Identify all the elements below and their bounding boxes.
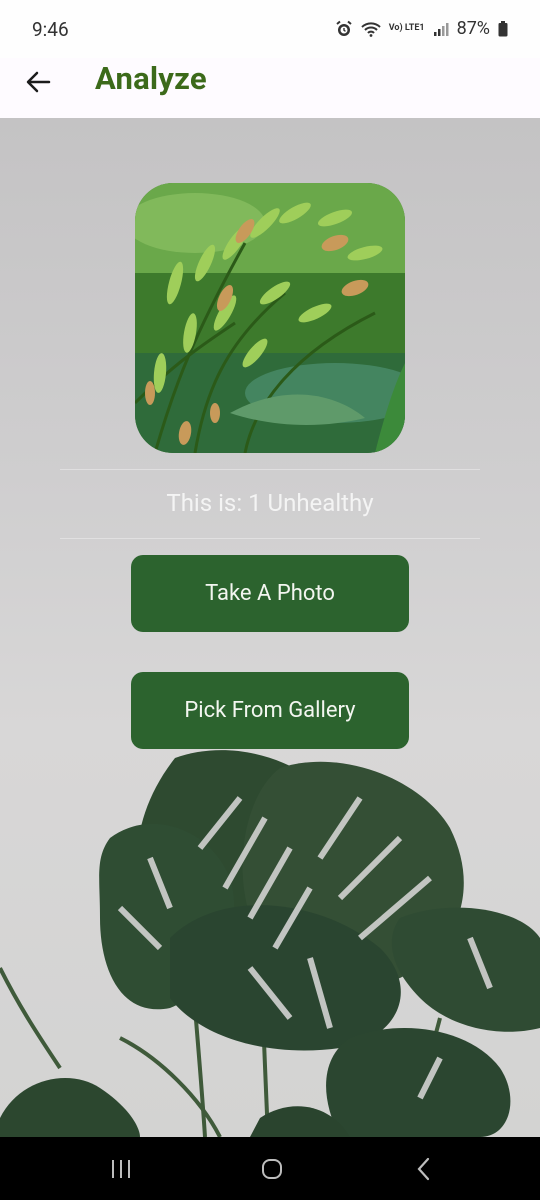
network-label: Vo) LTE1 xyxy=(388,23,425,33)
take-photo-button[interactable]: Take A Photo xyxy=(131,555,409,632)
divider-bottom xyxy=(60,538,480,539)
page-title: Analyze xyxy=(95,60,207,97)
status-icons: Vo) LTE1 87% xyxy=(335,18,508,39)
back-button[interactable] xyxy=(20,64,56,100)
battery-percent: 87% xyxy=(456,18,490,39)
divider-top xyxy=(60,469,480,470)
alarm-icon xyxy=(335,20,353,38)
status-bar: 9:46 Vo) LTE1 87% xyxy=(0,0,540,58)
back-icon xyxy=(417,1157,430,1181)
analyze-content: This is: 1 Unhealthy Take A Photo Pick F… xyxy=(0,118,540,1137)
result-text: This is: 1 Unhealthy xyxy=(166,489,374,517)
recents-icon xyxy=(112,1160,130,1178)
battery-icon xyxy=(498,20,508,37)
signal-icon xyxy=(433,21,449,37)
recents-button[interactable] xyxy=(101,1153,141,1185)
home-icon xyxy=(262,1159,282,1179)
app-bar: Analyze xyxy=(0,58,540,118)
arrow-left-icon xyxy=(26,71,51,93)
home-button[interactable] xyxy=(252,1153,292,1185)
system-nav-bar xyxy=(0,1137,540,1200)
analyzed-photo xyxy=(135,183,405,453)
monstera-background-image xyxy=(0,738,540,1137)
system-back-button[interactable] xyxy=(404,1153,444,1185)
status-time: 9:46 xyxy=(32,18,69,41)
wifi-icon xyxy=(361,21,381,37)
